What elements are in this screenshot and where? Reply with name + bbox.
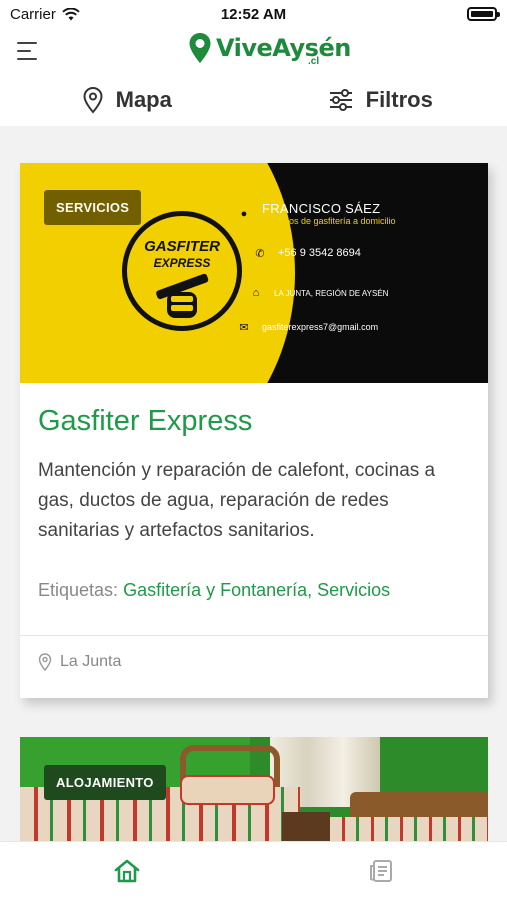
owner-name: FRANCISCO SÁEZ: [262, 201, 381, 216]
listing-body: Gasfiter Express Mantención y reparación…: [20, 383, 488, 601]
tab-news[interactable]: [366, 856, 396, 886]
clock: 12:52 AM: [220, 6, 287, 23]
location-pin-icon: [189, 33, 211, 63]
listing-location: La Junta: [38, 653, 121, 671]
hamburger-menu-icon[interactable]: [17, 42, 41, 60]
listing-title[interactable]: Gasfiter Express: [38, 405, 470, 438]
business-email: gasfiterexpress7@gmail.com: [262, 322, 379, 332]
location-icon: ⌂: [246, 283, 266, 303]
mail-icon: ✉: [234, 317, 254, 337]
location-text: La Junta: [60, 653, 122, 670]
category-badge: ALOJAMIENTO: [44, 765, 166, 800]
bottom-tab-bar: [0, 841, 507, 900]
app-logo: ViveAysén .cl: [188, 32, 351, 67]
tags-value[interactable]: Gasfitería y Fontanería, Servicios: [123, 580, 390, 600]
person-icon: ●: [234, 203, 254, 224]
logo-suffix: .cl: [308, 56, 320, 67]
listing-card[interactable]: SERVICIOS GASFITER EXPRESS ● FRANCISCO S…: [20, 163, 488, 698]
filter-toolbar: Mapa Filtros: [0, 74, 507, 126]
divider: [20, 635, 488, 636]
nav-bar: ViveAysén .cl: [0, 28, 507, 74]
filters-button[interactable]: Filtros: [254, 74, 507, 126]
map-label: Mapa: [115, 87, 172, 112]
wrench-fist-icon: [156, 273, 209, 318]
category-badge: SERVICIOS: [44, 190, 142, 225]
location-pin-icon: [38, 653, 52, 671]
tab-home[interactable]: [112, 856, 142, 886]
map-pin-icon: [83, 86, 103, 114]
status-bar: Carrier 12:52 AM: [0, 0, 507, 28]
battery-icon: [467, 7, 500, 21]
listing-description: Mantención y reparación de calefont, coc…: [38, 460, 436, 541]
listing-card[interactable]: ALOJAMIENTO: [20, 737, 488, 847]
listing-tags: Etiquetas: Gasfitería y Fontanería, Serv…: [38, 580, 470, 601]
business-address: LA JUNTA, REGIÓN DE AYSÉN: [274, 288, 389, 298]
business-emblem: GASFITER EXPRESS: [122, 211, 242, 331]
map-button[interactable]: Mapa: [0, 74, 254, 126]
sliders-icon: [329, 89, 352, 111]
owner-tagline: Servicios de gasfitería a domicilio: [262, 216, 396, 226]
news-icon: [370, 860, 392, 882]
phone-number: +56 9 3542 8694: [278, 247, 361, 259]
tags-label: Etiquetas:: [38, 580, 119, 600]
logo-text: ViveAysén: [216, 34, 351, 62]
filters-label: Filtros: [365, 87, 433, 112]
listing-image: SERVICIOS GASFITER EXPRESS ● FRANCISCO S…: [20, 163, 488, 383]
emblem-title: GASFITER: [144, 238, 220, 255]
home-icon: [114, 859, 140, 883]
phone-icon: ✆: [250, 243, 270, 263]
